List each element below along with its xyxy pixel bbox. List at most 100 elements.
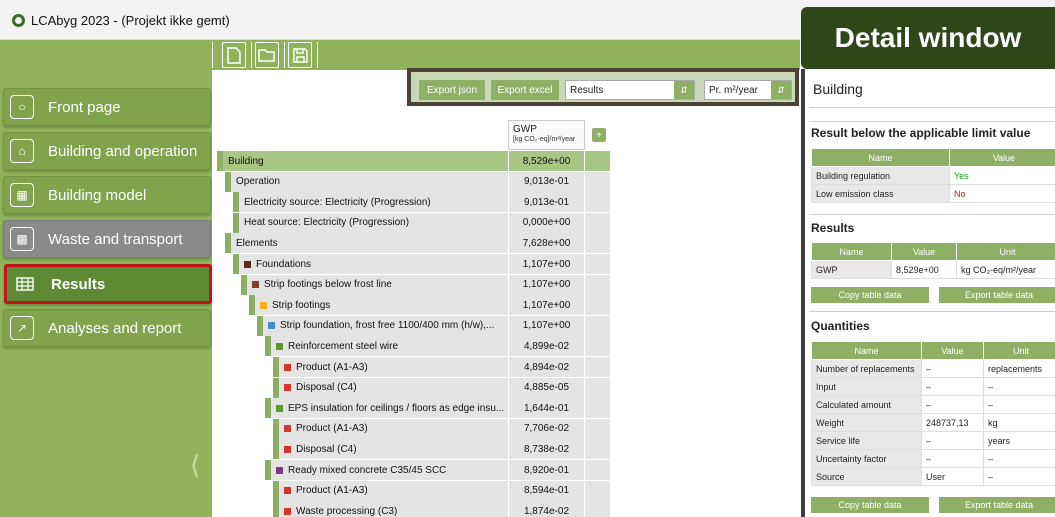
unit-select[interactable]: Pr. m²/year ⇵ (704, 80, 792, 100)
row-gwp-value: 8,738e-02 (508, 439, 585, 460)
row-gwp-value: 4,894e-02 (508, 357, 585, 377)
table-row[interactable]: Building 8,529e+00 (217, 151, 610, 171)
table-row[interactable]: Ready mixed concrete C35/45 SCC 8,920e-01 (217, 460, 610, 480)
cell: Input (811, 377, 922, 396)
table-row[interactable]: Strip foundation, frost free 1100/400 mm… (217, 315, 610, 336)
row-gwp-value: 7,628e+00 (508, 233, 585, 254)
table-row[interactable]: Disposal (C4) 4,885e-05 (217, 377, 610, 398)
front-page-icon: ○ (10, 95, 34, 119)
export-table-button[interactable]: Export table data (939, 287, 1055, 303)
table-row[interactable]: Disposal (C4) 8,738e-02 (217, 439, 610, 460)
table-row[interactable]: Electricity source: Electricity (Progres… (217, 192, 610, 213)
row-label: Strip footings below frost line (241, 274, 508, 295)
gwp-column-header[interactable]: GWP [kg CO₂-eq]/m²/year (508, 120, 585, 150)
quantities-section-title: Quantities (811, 319, 870, 333)
table-row[interactable]: Product (A1-A3) 7,706e-02 (217, 418, 610, 439)
nav-waste-and-transport[interactable]: ▩ Waste and transport (3, 220, 211, 258)
table-row[interactable]: EPS insulation for ceilings / floors as … (217, 398, 610, 419)
row-label-text: Reinforcement steel wire (288, 340, 399, 352)
results-detail-table: Name Value Unit GWP 8,529e+00 kg CO₂-eq/… (811, 242, 1055, 279)
nav-front-page[interactable]: ○ Front page (3, 88, 211, 126)
row-gwp-value: 9,013e-01 (508, 192, 585, 213)
table-row: Calculated amount – – (811, 395, 1055, 414)
building-model-icon: ▦ (10, 183, 34, 207)
table-row: Low emission class No (811, 184, 1055, 203)
table-row[interactable]: Foundations 1,107e+00 (217, 254, 610, 274)
cell: Low emission class (811, 184, 950, 203)
results-view-select[interactable]: Results ⇵ (565, 80, 695, 100)
category-icon (284, 384, 291, 392)
table-row[interactable]: Elements 7,628e+00 (217, 233, 610, 254)
table-row: Building regulation Yes (811, 166, 1055, 185)
toolbar-divider (284, 42, 285, 68)
limit-table: Name Value Building regulation Yes Low e… (811, 148, 1055, 203)
detail-panel: Building Result below the applicable lim… (801, 69, 1055, 517)
nav-building-model[interactable]: ▦ Building model (3, 176, 211, 214)
divider (809, 107, 1055, 108)
table-row: Service life – years (811, 431, 1055, 450)
category-icon (284, 425, 291, 433)
collapse-sidebar-icon[interactable]: ⟨ (190, 450, 200, 481)
cell: years (983, 431, 1055, 450)
empty-cell (585, 295, 610, 316)
empty-cell (585, 212, 610, 233)
table-row: Weight 248737,13 kg (811, 413, 1055, 432)
category-icon (284, 507, 291, 515)
table-row[interactable]: Waste processing (C3) 1,874e-02 (217, 501, 610, 517)
add-column-button[interactable]: + (592, 128, 606, 142)
category-icon (260, 301, 267, 309)
column-header: Name (811, 341, 922, 360)
cell: – (983, 449, 1055, 468)
nav-label: Building model (48, 186, 147, 204)
cell: – (921, 377, 984, 396)
table-row[interactable]: Product (A1-A3) 8,594e-01 (217, 480, 610, 501)
nav-building-and-operation[interactable]: ⌂ Building and operation (3, 132, 211, 170)
table-row[interactable]: Operation 9,013e-01 (217, 171, 610, 192)
table-row: Source User – (811, 467, 1055, 486)
table-row[interactable]: Heat source: Electricity (Progression) 0,… (217, 212, 610, 233)
copy-table-button[interactable]: Copy table data (811, 497, 929, 513)
export-json-button[interactable]: Export json (419, 80, 485, 100)
open-folder-icon[interactable] (255, 42, 279, 68)
toolbar-divider (251, 42, 252, 68)
column-header: Value (891, 242, 957, 261)
category-icon (268, 322, 275, 330)
cell: Weight (811, 413, 922, 432)
cell: kg (983, 413, 1055, 432)
nav-results[interactable]: Results (4, 264, 212, 304)
window-title: LCAbyg 2023 - (Projekt ikke gemt) (31, 13, 230, 28)
category-icon (276, 404, 283, 412)
column-unit: [kg CO₂-eq]/m²/year (513, 136, 576, 143)
row-label-text: Disposal (C4) (296, 382, 357, 394)
column-title: GWP (513, 124, 537, 135)
empty-cell (585, 418, 610, 439)
row-label: Operation (225, 171, 508, 192)
category-icon (284, 363, 291, 371)
export-table-button[interactable]: Export table data (939, 497, 1055, 513)
table-row[interactable]: Reinforcement steel wire 4,899e-02 (217, 336, 610, 357)
row-label-text: Electricity source: Electricity (Progres… (244, 196, 431, 208)
row-label: Foundations (233, 254, 508, 274)
cell: – (983, 467, 1055, 486)
row-label-text: Product (A1-A3) (296, 485, 368, 497)
table-row[interactable]: Strip footings 1,107e+00 (217, 295, 610, 316)
new-file-icon[interactable] (222, 42, 246, 68)
table-row: Number of replacements – replacements (811, 359, 1055, 378)
cell: – (921, 359, 984, 378)
empty-cell (585, 192, 610, 213)
empty-cell (585, 501, 610, 517)
row-label-text: Heat source: Electricity (Progression) (244, 217, 410, 229)
table-icon (13, 272, 37, 296)
save-icon[interactable] (288, 42, 312, 68)
copy-table-button[interactable]: Copy table data (811, 287, 929, 303)
row-gwp-value: 4,885e-05 (508, 377, 585, 398)
column-header: Unit (956, 242, 1055, 261)
nav-analyses-and-report[interactable]: ↗ Analyses and report (3, 309, 211, 347)
cell: Uncertainty factor (811, 449, 922, 468)
table-row[interactable]: Product (A1-A3) 4,894e-02 (217, 357, 610, 377)
row-label-text: Ready mixed concrete C35/45 SCC (288, 464, 447, 476)
table-row[interactable]: Strip footings below frost line 1,107e+00 (217, 274, 610, 295)
export-excel-button[interactable]: Export excel (491, 80, 559, 100)
empty-cell (585, 274, 610, 295)
detail-title: Building (813, 81, 863, 97)
